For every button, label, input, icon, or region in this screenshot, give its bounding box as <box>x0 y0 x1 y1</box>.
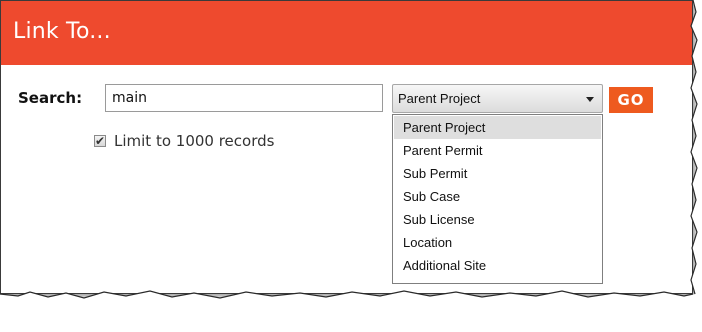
dialog-title: Link To... <box>13 19 111 44</box>
link-type-dropdown-list: Parent Project Parent Permit Sub Permit … <box>392 114 603 284</box>
dropdown-option-additional-site[interactable]: Additional Site <box>394 254 601 277</box>
chevron-down-icon <box>586 97 594 102</box>
dialog-header: Link To... <box>1 1 692 65</box>
link-type-selected-value: Parent Project <box>398 91 481 106</box>
search-input[interactable] <box>105 84 383 112</box>
dropdown-option-sub-license[interactable]: Sub License <box>394 208 601 231</box>
link-to-dialog: Link To... Search: Parent Project GO ✔ L… <box>0 0 702 332</box>
limit-records-checkbox[interactable]: ✔ <box>94 134 106 148</box>
limit-records-label: Limit to 1000 records <box>114 132 275 150</box>
dropdown-option-sub-case[interactable]: Sub Case <box>394 185 601 208</box>
link-type-select[interactable]: Parent Project <box>392 84 603 113</box>
checkmark-icon: ✔ <box>95 134 106 148</box>
dropdown-option-sub-permit[interactable]: Sub Permit <box>394 162 601 185</box>
search-label: Search: <box>18 89 83 107</box>
dropdown-option-location[interactable]: Location <box>394 231 601 254</box>
dropdown-option-parent-permit[interactable]: Parent Permit <box>394 139 601 162</box>
dropdown-option-parent-project[interactable]: Parent Project <box>394 116 601 139</box>
go-button[interactable]: GO <box>609 87 653 113</box>
